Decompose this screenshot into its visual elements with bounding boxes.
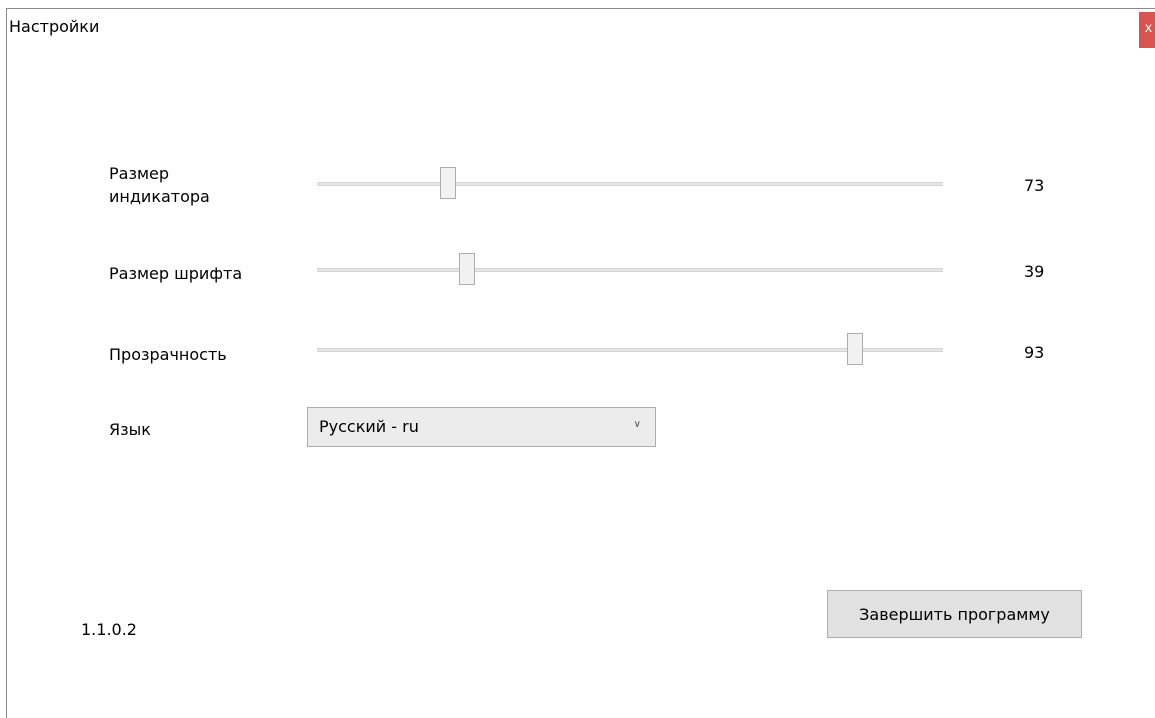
slider-thumb[interactable] [440,167,457,199]
chevron-down-icon: ∨ [633,419,641,430]
indicator-size-slider[interactable] [317,167,943,203]
language-label: Язык [109,420,151,439]
language-selected-value: Русский - ru [319,417,419,436]
font-size-label: Размер шрифта [109,264,243,283]
indicator-size-value: 73 [1024,176,1045,195]
close-icon: x [1144,21,1153,36]
transparency-slider[interactable] [317,333,943,369]
transparency-label: Прозрачность [109,345,227,364]
font-size-value: 39 [1024,262,1045,281]
slider-thumb[interactable] [459,253,476,285]
slider-track [317,268,943,272]
language-select[interactable]: Русский - ru ∨ [307,407,656,447]
version-text: 1.1.0.2 [81,620,137,639]
settings-window: Настройки x Размер индикатора 73 Размер … [6,8,1155,718]
slider-track [317,182,943,186]
window-title: Настройки [9,17,100,36]
exit-program-button[interactable]: Завершить программу [827,590,1082,638]
indicator-size-label: Размер индикатора [109,164,210,206]
slider-thumb[interactable] [847,333,864,365]
transparency-value: 93 [1024,343,1045,362]
font-size-slider[interactable] [317,253,943,289]
close-button[interactable]: x [1139,12,1155,48]
